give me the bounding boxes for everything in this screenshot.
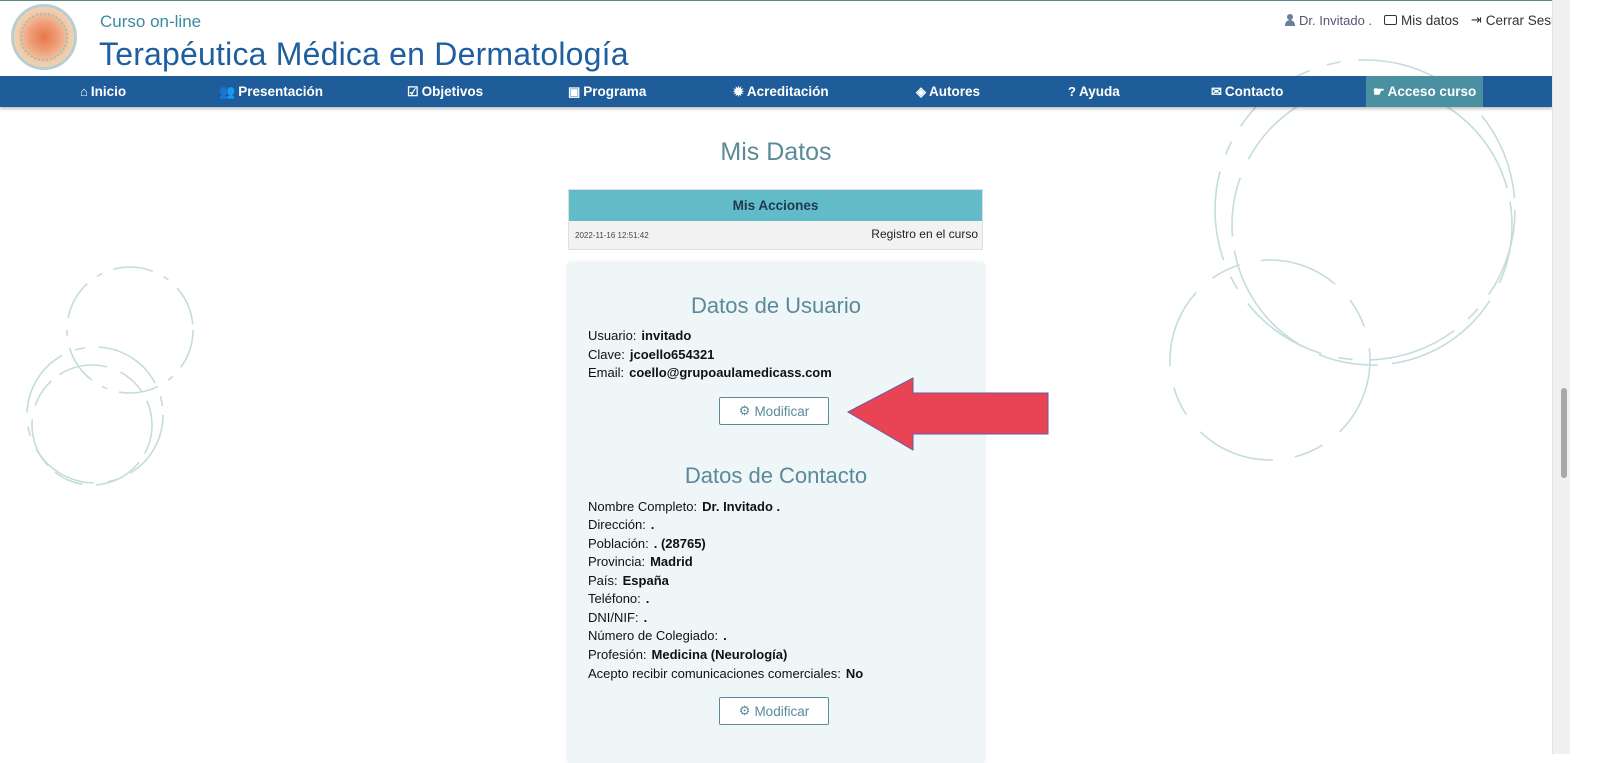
field-label: Provincia: <box>588 554 646 569</box>
nav-label: Ayuda <box>1078 84 1120 99</box>
nav-label: Programa <box>583 84 647 99</box>
section-heading: Mis Datos <box>720 138 832 166</box>
my-data-link[interactable]: Mis datos <box>1384 12 1459 28</box>
field-label: Teléfono: <box>588 591 641 606</box>
nav-item-acreditacion[interactable]: ✹ Acreditación <box>733 76 829 107</box>
field-colegiado: Número de Colegiado:. <box>588 628 727 643</box>
question-icon: ? <box>1068 84 1076 99</box>
field-value: . <box>723 628 727 643</box>
field-label: Profesión: <box>588 647 647 662</box>
gear-icon: ⚙ <box>738 403 751 418</box>
field-value: invitado <box>641 328 692 343</box>
nav-label: Presentación <box>238 84 323 99</box>
field-label: Nombre Completo: <box>588 499 698 514</box>
field-value: España <box>622 573 669 588</box>
field-label: País: <box>588 573 618 588</box>
action-date: 2022-11-16 12:51:42 <box>575 231 649 240</box>
user-name-link[interactable]: Dr. Invitado . <box>1285 12 1372 28</box>
field-value: No <box>845 666 864 681</box>
field-usuario: Usuario: invitado <box>588 328 691 343</box>
user-data-panel: Datos de Usuario Usuario: invitado Clave:… <box>568 263 984 763</box>
nav-label: Acceso curso <box>1387 84 1477 99</box>
vertical-scrollbar[interactable] <box>1552 0 1571 754</box>
field-value: Dr. Invitado . <box>702 499 781 514</box>
field-label: Población: <box>588 536 649 551</box>
sign-out-icon: ⇥ <box>1470 12 1482 27</box>
table-row: 2022-11-16 12:51:42 Registro en el curso <box>569 221 982 249</box>
home-icon: ⌂ <box>80 84 88 99</box>
my-data-label: Mis datos <box>1401 12 1459 28</box>
user-data-title: Datos de Usuario <box>691 293 861 318</box>
logo-ring <box>20 13 68 61</box>
field-label: Número de Colegiado: <box>588 628 719 643</box>
field-value: Madrid <box>650 554 693 569</box>
field-value: . <box>645 591 650 606</box>
nav-item-objetivos[interactable]: ☑ Objetivos <box>407 76 483 107</box>
field-value: coello@grupoaulamedicass.com <box>629 365 832 380</box>
field-label: Email: <box>588 365 625 380</box>
hand-pointer-icon: ☛ <box>1373 84 1385 99</box>
field-direccion: Dirección:. <box>588 517 654 532</box>
nav-label: Contacto <box>1224 84 1284 99</box>
field-comunicaciones: Acepto recibir comunicaciones comerciale… <box>588 666 863 681</box>
nav-item-autores[interactable]: ◈ Autores <box>916 76 980 107</box>
field-value: . (28765) <box>653 536 706 551</box>
field-profesion: Profesión: Medicina (Neurología) <box>588 647 787 662</box>
nav-item-ayuda[interactable]: ? Ayuda <box>1068 76 1120 107</box>
button-label: Modificar <box>754 403 810 419</box>
nav-item-inicio[interactable]: ⌂ Inicio <box>80 76 126 107</box>
nav-item-contacto[interactable]: ✉ Contacto <box>1211 76 1283 107</box>
nav-label: Objetivos <box>421 84 484 99</box>
field-label: Usuario: <box>588 328 637 343</box>
actions-table: Mis Acciones 2022-11-16 12:51:42 Registr… <box>568 189 983 250</box>
field-label: Acepto recibir comunicaciones comerciale… <box>588 666 841 681</box>
field-value: . <box>643 610 648 625</box>
shield-icon: ◈ <box>916 84 926 99</box>
field-value: . <box>650 517 655 532</box>
button-label: Modificar <box>754 703 810 719</box>
field-pais: País: España <box>588 573 669 588</box>
field-value: jcoello654321 <box>629 347 715 362</box>
scrollbar-thumb[interactable] <box>1561 388 1567 478</box>
field-nombre: Nombre Completo: Dr. Invitado . <box>588 499 780 514</box>
nav-label: Autores <box>929 84 981 99</box>
field-value: Medicina (Neurología) <box>651 647 788 662</box>
nav-label: Acreditación <box>746 84 829 99</box>
page-edge <box>1570 0 1599 754</box>
header-subtitle: Curso on-line <box>100 12 202 31</box>
field-poblacion: Población: . (28765) <box>588 536 706 551</box>
course-logo[interactable] <box>11 4 77 70</box>
id-card-icon <box>1384 15 1398 25</box>
gear-icon: ⚙ <box>738 703 751 718</box>
envelope-icon: ✉ <box>1211 84 1222 99</box>
field-label: Clave: <box>588 347 625 362</box>
page-title: Terapéutica Médica en Dermatología <box>99 36 629 72</box>
certificate-icon: ✹ <box>733 84 744 99</box>
nav-item-acceso-curso[interactable]: ☛ Acceso curso <box>1366 76 1484 107</box>
field-telefono: Teléfono:. <box>588 591 649 606</box>
nav-label: Inicio <box>90 84 127 99</box>
red-arrow-annotation <box>847 377 1049 451</box>
user-icon <box>1285 14 1296 26</box>
actions-header: Mis Acciones <box>569 190 982 221</box>
modify-user-button[interactable]: ⚙ Modificar <box>719 397 829 425</box>
field-clave: Clave: jcoello654321 <box>588 347 714 362</box>
field-provincia: Provincia: Madrid <box>588 554 693 569</box>
user-links: Dr. Invitado . Mis datos ⇥ Cerrar Sesión <box>1285 12 1569 28</box>
top-border <box>0 0 1599 1</box>
nav-item-presentacion[interactable]: 👥 Presentación <box>219 76 323 107</box>
contact-data-title: Datos de Contacto <box>684 463 868 488</box>
field-label: Dirección: <box>588 517 646 532</box>
field-dni: DNI/NIF:. <box>588 610 647 625</box>
field-email: Email: coello@grupoaulamedicass.com <box>588 365 832 380</box>
nav-item-programa[interactable]: ▣ Programa <box>568 76 646 107</box>
modify-contact-button[interactable]: ⚙ Modificar <box>719 697 829 725</box>
action-description: Registro en el curso <box>871 227 978 241</box>
calendar-check-icon: ▣ <box>568 84 581 99</box>
field-label: DNI/NIF: <box>588 610 639 625</box>
users-icon: 👥 <box>219 84 236 99</box>
main-navbar: ⌂ Inicio 👥 Presentación ☑ Objetivos ▣ Progra… <box>0 76 1552 107</box>
user-name: Dr. Invitado . <box>1299 12 1373 28</box>
checkbox-icon: ☑ <box>407 84 419 99</box>
